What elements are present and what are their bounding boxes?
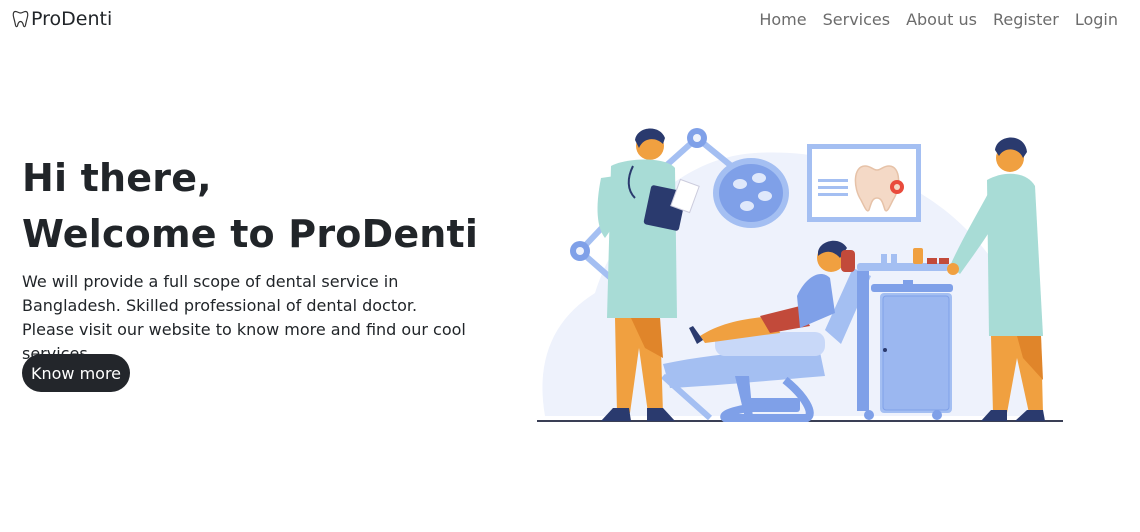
nav-services[interactable]: Services [823,10,890,29]
hero-title-line1: Hi there, [22,156,212,200]
brand-link[interactable]: ProDenti [12,8,112,30]
nav-register[interactable]: Register [993,10,1059,29]
nav-login[interactable]: Login [1075,10,1118,29]
tooth-icon [12,10,29,28]
nav-links: Home Services About us Register Login [759,10,1118,29]
brand-name: ProDenti [31,8,113,30]
hero-description: We will provide a full scope of dental s… [22,272,466,363]
dentist-illustration [535,118,1067,426]
hero-title: Hi there, Welcome to ProDenti [22,150,492,262]
nav-home[interactable]: Home [759,10,806,29]
hero-section: Hi there, Welcome to ProDenti We will pr… [22,150,492,366]
know-more-button[interactable]: Know more [22,354,130,392]
hero-title-line2: Welcome to ProDenti [22,212,479,256]
navbar: ProDenti Home Services About us Register… [0,0,1140,40]
nav-about-us[interactable]: About us [906,10,977,29]
